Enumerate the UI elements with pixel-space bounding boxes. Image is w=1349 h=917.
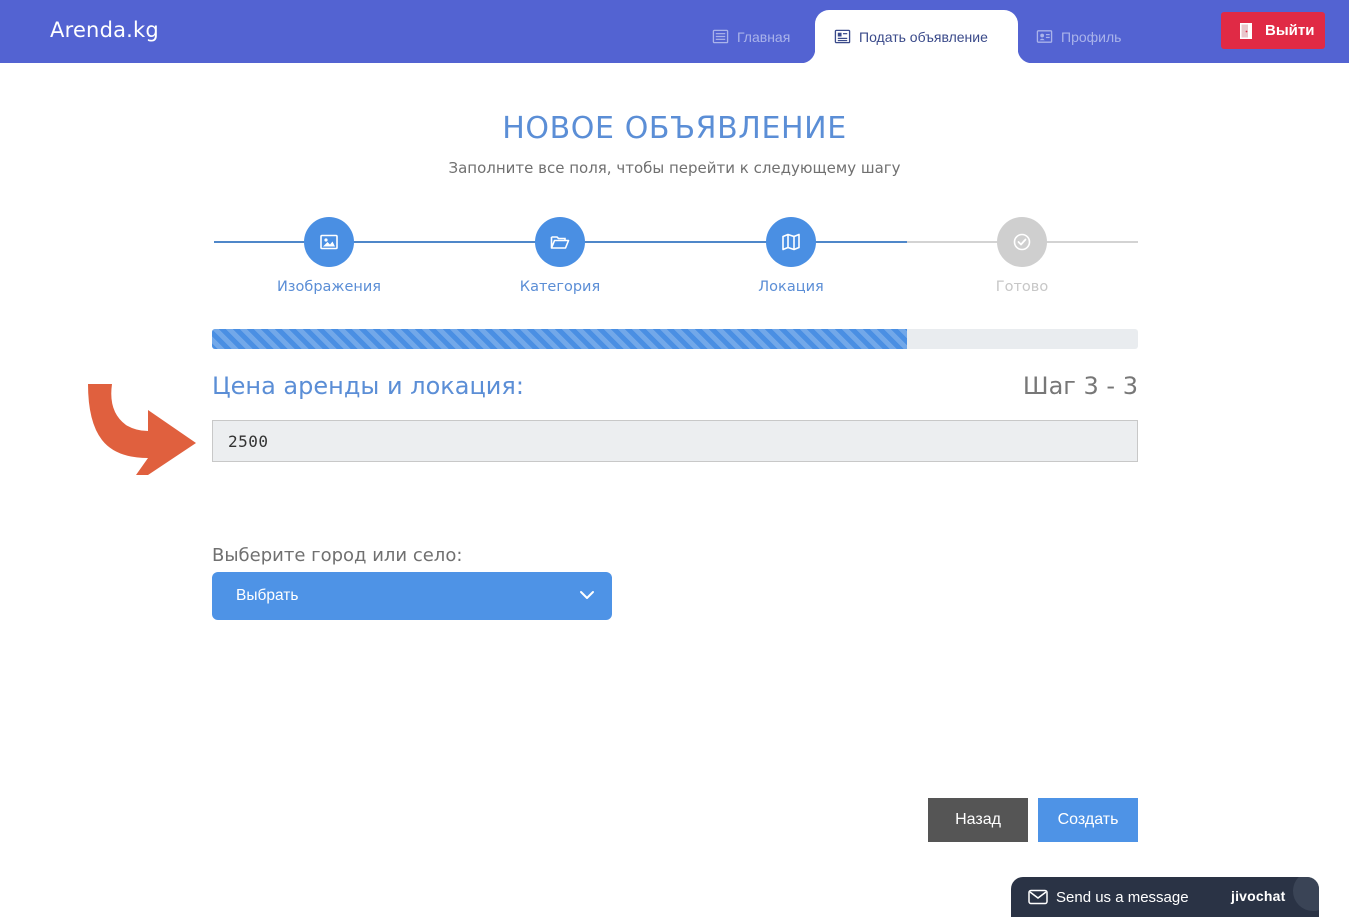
- newspaper-icon: [712, 29, 729, 44]
- nav-post-ad[interactable]: Подать объявление: [801, 10, 1032, 63]
- folder-open-icon: [550, 236, 570, 249]
- logout-label: Выйти: [1265, 22, 1315, 39]
- chevron-down-icon: [580, 591, 594, 599]
- step-done-label[interactable]: Готово: [922, 279, 1122, 295]
- image-icon: [320, 234, 338, 250]
- city-select[interactable]: Выбрать: [212, 572, 612, 620]
- nav-profile[interactable]: Профиль: [1036, 10, 1121, 63]
- logout-button[interactable]: Выйти: [1221, 12, 1325, 49]
- chat-widget[interactable]: Send us a message jivochat: [1011, 877, 1319, 917]
- progress-bar: [212, 329, 1138, 349]
- section-title: Цена аренды и локация:: [212, 372, 524, 400]
- nav-home-label: Главная: [737, 28, 791, 45]
- nav-profile-label: Профиль: [1061, 28, 1122, 45]
- create-button[interactable]: Создать: [1038, 798, 1138, 842]
- envelope-icon: [1028, 889, 1048, 905]
- step-images-label[interactable]: Изображения: [229, 279, 429, 295]
- progress-bar-fill: [212, 329, 907, 349]
- city-select-value: Выбрать: [236, 587, 299, 604]
- top-navbar: Arenda.kg Главная Подать объявление Проф…: [0, 0, 1349, 63]
- step-location-circle[interactable]: [766, 217, 816, 267]
- price-input[interactable]: [212, 420, 1138, 462]
- curved-arrow-annotation: [88, 384, 196, 475]
- step-done-circle[interactable]: [997, 217, 1047, 267]
- chat-corner-decoration: [1293, 877, 1319, 911]
- door-icon: [1240, 22, 1252, 39]
- step-category-circle[interactable]: [535, 217, 585, 267]
- step-images-circle[interactable]: [304, 217, 354, 267]
- newspaper-icon: [834, 29, 851, 44]
- step-location-label[interactable]: Локация: [691, 279, 891, 295]
- step-category-label[interactable]: Категория: [460, 279, 660, 295]
- chat-widget-label: Send us a message: [1056, 888, 1189, 906]
- check-circle-icon: [1013, 233, 1031, 251]
- id-card-icon: [1036, 30, 1053, 43]
- nav-post-ad-label: Подать объявление: [859, 28, 988, 45]
- page-title: НОВОЕ ОБЪЯВЛЕНИЕ: [502, 111, 847, 146]
- chat-brand-logo: jivochat: [1231, 888, 1286, 904]
- page-subtitle: Заполните все поля, чтобы перейти к след…: [448, 159, 901, 177]
- back-button[interactable]: Назад: [928, 798, 1028, 842]
- map-icon: [782, 233, 800, 251]
- brand-logo[interactable]: Arenda.kg: [50, 18, 159, 42]
- nav-home[interactable]: Главная: [712, 10, 790, 63]
- city-select-label: Выберите город или село:: [212, 545, 463, 566]
- step-counter: Шаг 3 - 3: [1022, 372, 1138, 400]
